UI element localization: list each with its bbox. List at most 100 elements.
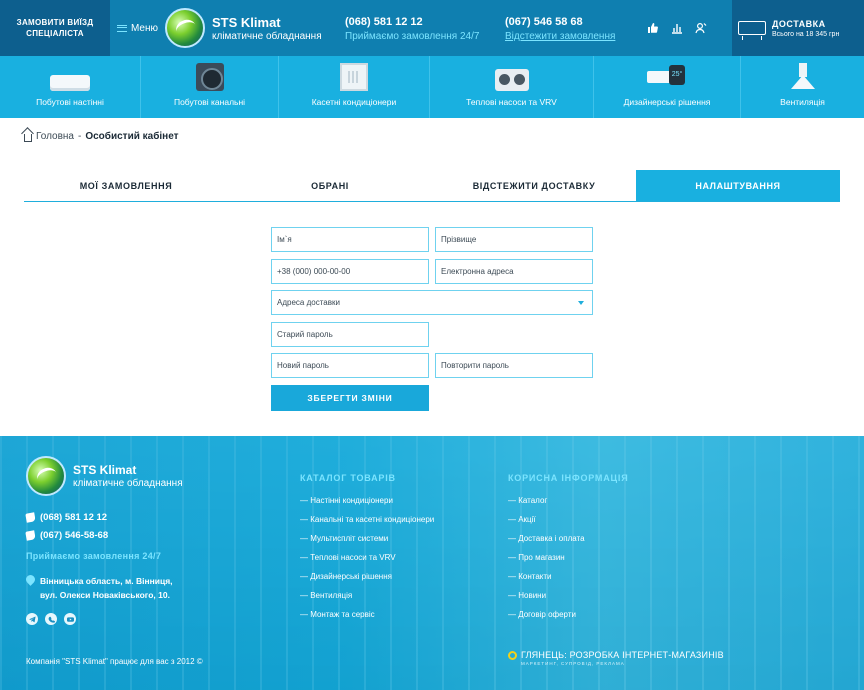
new-password-input[interactable] xyxy=(277,354,428,377)
delivery-cart[interactable]: ДОСТАВКА Всього на 18 345 грн xyxy=(732,0,864,56)
phone-1[interactable]: (068) 581 12 12 xyxy=(345,16,485,28)
footer-link[interactable]: — Монтаж та сервіс xyxy=(300,610,434,629)
email-field[interactable] xyxy=(435,259,593,284)
category-wall[interactable]: Побутові настінні xyxy=(0,56,141,118)
repeat-password-input[interactable] xyxy=(441,354,592,377)
developer-logo-icon xyxy=(508,651,517,660)
category-heat-pumps[interactable]: Теплові насоси та VRV xyxy=(430,56,594,118)
chart-icon[interactable] xyxy=(671,22,683,34)
developer-credit[interactable]: ГЛЯНЕЦЬ: РОЗРОБКА ІНТЕРНЕТ-МАГАЗИНІВ МАР… xyxy=(508,650,724,666)
footer-link[interactable]: — Настінні кондиціонери xyxy=(300,496,434,515)
old-password-input[interactable] xyxy=(277,323,428,346)
category-duct[interactable]: Побутові канальні xyxy=(141,56,279,118)
footer-address: Вінницька область, м. Вінниця, вул. Олек… xyxy=(24,573,173,602)
footer-link[interactable]: — Про магазин xyxy=(508,553,585,572)
youtube-icon[interactable] xyxy=(64,613,76,625)
footer-link[interactable]: — Мультиспліт системи xyxy=(300,534,434,553)
user-icon[interactable] xyxy=(695,22,707,34)
designer-ac-icon: 25° xyxy=(647,65,687,91)
heat-pump-icon xyxy=(494,69,529,91)
logo-icon xyxy=(165,8,205,48)
footer-brand-name: STS Klimat xyxy=(73,463,137,477)
category-label: Теплові насоси та VRV xyxy=(466,97,557,107)
menu-label: Меню xyxy=(130,22,159,34)
logo-icon xyxy=(26,456,66,496)
footer-phone-2-text: (067) 546-58-68 xyxy=(40,530,109,541)
new-password-field[interactable] xyxy=(271,353,429,378)
footer-link[interactable]: — Каталог xyxy=(508,496,585,515)
tab-favorites[interactable]: ОБРАНІ xyxy=(228,170,432,201)
delivery-address-select[interactable]: Адреса доставки xyxy=(271,290,593,315)
site-logo[interactable]: STS Klimat кліматичне обладнання xyxy=(165,0,345,56)
category-label: Вентиляція xyxy=(780,97,825,107)
catalog-heading: КАТАЛОГ ТОВАРІВ xyxy=(300,473,396,483)
category-cassette[interactable]: Касетні кондиціонери xyxy=(279,56,430,118)
footer-phone-1[interactable]: (068) 581 12 12 xyxy=(25,512,108,523)
last-name-input[interactable] xyxy=(441,228,592,251)
category-label: Дизайнерські рішення xyxy=(623,97,711,107)
footer-link[interactable]: — Дизайнерські рішення xyxy=(300,572,434,591)
home-icon xyxy=(24,134,32,142)
footer-logo[interactable]: STS Klimat кліматичне обладнання xyxy=(26,456,183,496)
footer-link[interactable]: — Контакти xyxy=(508,572,585,591)
delivery-address-value: Адреса доставки xyxy=(277,298,340,307)
footer-link[interactable]: — Акції xyxy=(508,515,585,534)
footer: STS Klimat кліматичне обладнання (068) 5… xyxy=(0,436,864,690)
thumbs-up-icon[interactable] xyxy=(647,22,659,34)
tab-track-delivery[interactable]: ВІДСТЕЖИТИ ДОСТАВКУ xyxy=(432,170,636,201)
viber-icon[interactable] xyxy=(45,613,57,625)
menu-button[interactable]: Меню xyxy=(110,0,165,56)
footer-link[interactable]: — Канальні та касетні кондиціонери xyxy=(300,515,434,534)
tab-my-orders[interactable]: МОЇ ЗАМОВЛЕННЯ xyxy=(24,170,228,201)
footer-phone-2[interactable]: (067) 546-58-68 xyxy=(25,530,109,541)
location-pin-icon xyxy=(24,573,37,586)
phone-field[interactable] xyxy=(271,259,429,284)
header-icons xyxy=(645,0,721,56)
copyright: Компанія "STS Klimat" працює для вас з 2… xyxy=(26,657,203,666)
account-tabs: МОЇ ЗАМОВЛЕННЯ ОБРАНІ ВІДСТЕЖИТИ ДОСТАВК… xyxy=(24,170,840,202)
footer-phone-1-text: (068) 581 12 12 xyxy=(40,512,108,523)
first-name-input[interactable] xyxy=(277,228,428,251)
repeat-password-field[interactable] xyxy=(435,353,593,378)
developer-tagline: МАРКЕТИНГ, СУПРОВІД, РЕКЛАМА xyxy=(521,661,625,666)
category-label: Побутові канальні xyxy=(173,97,246,107)
category-label: Побутові настінні xyxy=(36,97,104,107)
breadcrumb-home[interactable]: Головна xyxy=(36,131,74,142)
phone-icon xyxy=(25,512,36,523)
category-bar: Побутові настінні Побутові канальні Касе… xyxy=(0,56,864,118)
wall-ac-icon xyxy=(50,75,90,91)
menu-icon xyxy=(116,24,127,32)
track-order-link[interactable]: Відстежити замовлення xyxy=(505,31,645,42)
footer-link[interactable]: — Вентиляція xyxy=(300,591,434,610)
phone-input[interactable] xyxy=(277,260,428,283)
social-links xyxy=(26,613,76,625)
address-line-2: вул. Олекси Новаківського, 10. xyxy=(40,590,170,600)
footer-link[interactable]: — Договір оферти xyxy=(508,610,585,629)
first-name-field[interactable] xyxy=(271,227,429,252)
category-label: Касетні кондиціонери xyxy=(311,97,397,107)
last-name-field[interactable] xyxy=(435,227,593,252)
footer-accept-text: Приймаємо замовлення 24/7 xyxy=(26,551,162,561)
category-ventilation[interactable]: Вентиляція xyxy=(741,56,864,118)
old-password-field[interactable] xyxy=(271,322,429,347)
footer-link[interactable]: — Доставка і оплата xyxy=(508,534,585,553)
catalog-links: — Настінні кондиціонери — Канальні та ка… xyxy=(300,496,434,629)
breadcrumb-current: Особистий кабінет xyxy=(85,131,179,142)
order-specialist-button[interactable]: ЗАМОВИТИ ВИЇЗД СПЕЦІАЛІСТА xyxy=(0,0,110,56)
air-conditioner-icon xyxy=(738,21,766,40)
accept-orders-text: Приймаємо замовлення 24/7 xyxy=(345,31,480,42)
ventilation-icon xyxy=(790,63,815,91)
footer-link[interactable]: — Теплові насоси та VRV xyxy=(300,553,434,572)
brand-name: STS Klimat xyxy=(212,14,281,30)
footer-link[interactable]: — Новини xyxy=(508,591,585,610)
footer-brand-tagline: кліматичне обладнання xyxy=(73,478,183,489)
telegram-icon[interactable] xyxy=(26,613,38,625)
temperature-badge: 25° xyxy=(669,65,685,85)
tab-settings[interactable]: НАЛАШТУВАННЯ xyxy=(636,170,840,201)
email-input[interactable] xyxy=(441,260,592,283)
category-designer[interactable]: 25° Дизайнерські рішення xyxy=(594,56,741,118)
brand-tagline: кліматичне обладнання xyxy=(212,30,322,42)
address-line-1: Вінницька область, м. Вінниця, xyxy=(40,576,173,586)
save-changes-button[interactable]: ЗБЕРЕГТИ ЗМІНИ xyxy=(271,385,429,411)
phone-2[interactable]: (067) 546 58 68 xyxy=(505,16,645,28)
